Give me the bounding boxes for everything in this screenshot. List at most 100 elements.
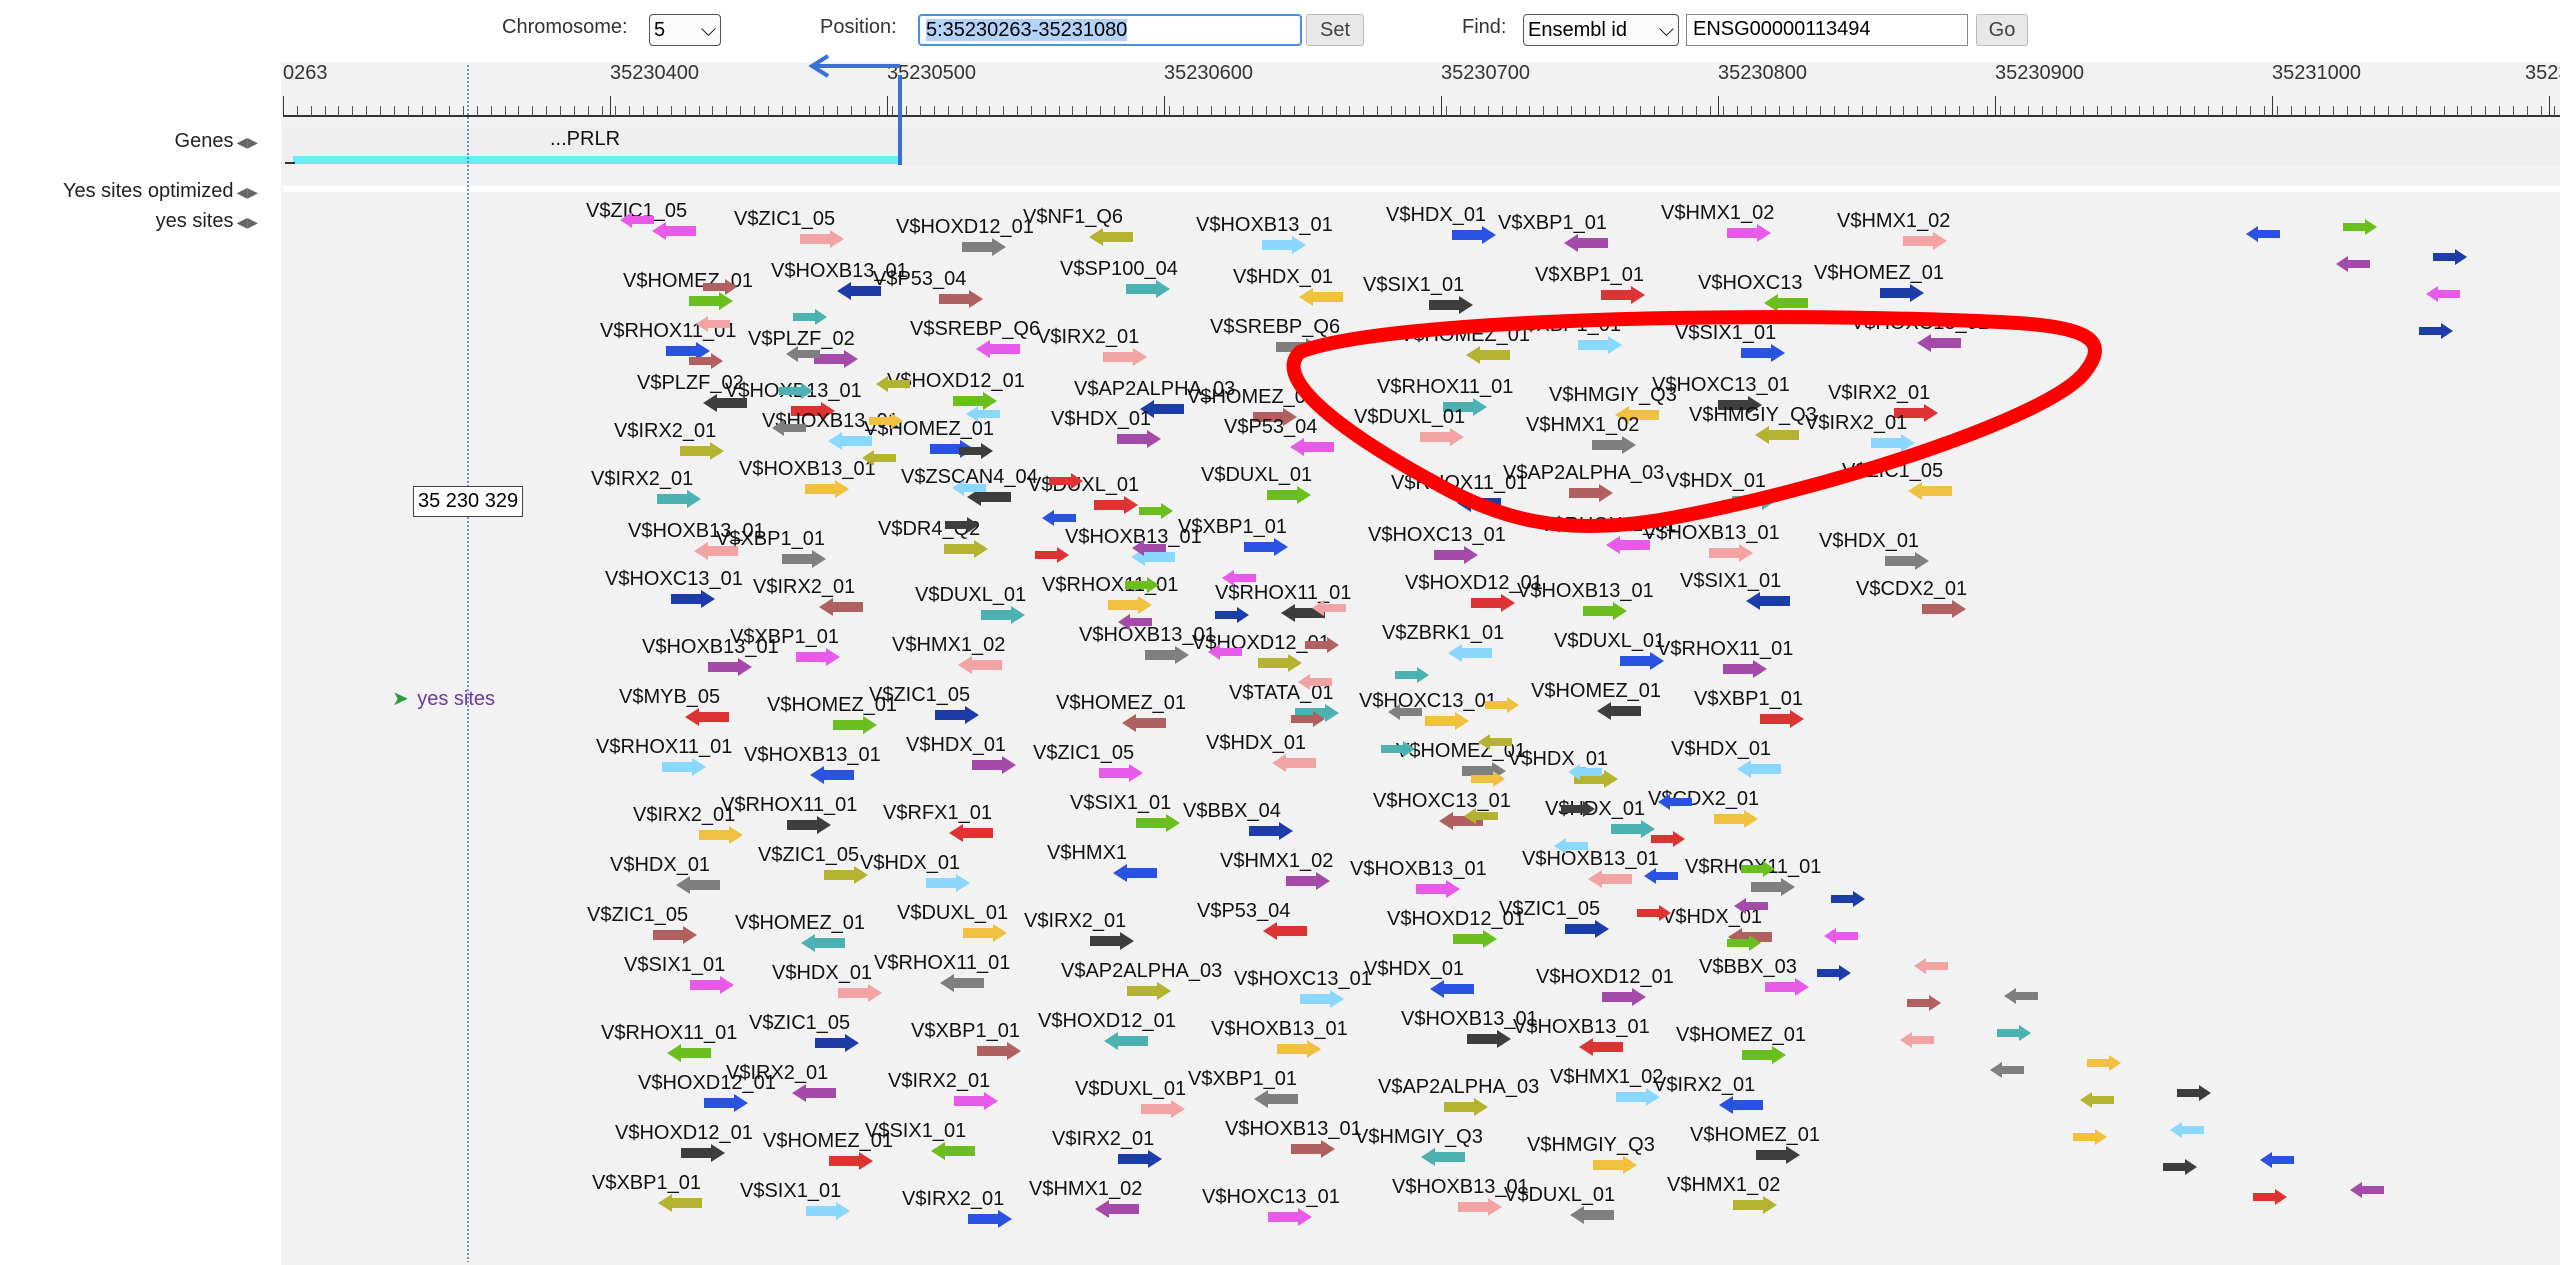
tf-binding-site[interactable]: V$IRX2_01 (1653, 1074, 1933, 1130)
arrow-right-icon[interactable] (1035, 547, 1069, 568)
set-button[interactable]: Set (1306, 14, 1364, 46)
arrow-left-icon[interactable] (1658, 794, 1692, 815)
arrow-right-icon[interactable] (1049, 473, 1083, 494)
arrow-left-icon[interactable] (2170, 1122, 2204, 1143)
arrow-left-icon[interactable] (1388, 704, 1422, 725)
arrow-left-icon[interactable] (966, 406, 1000, 427)
arrow-left-icon[interactable] (2246, 226, 2280, 247)
arrow-left-icon[interactable] (2350, 1182, 2384, 1203)
tf-binding-site[interactable]: V$HDX_01 (1671, 738, 1951, 794)
arrow-right-icon[interactable] (959, 443, 993, 464)
arrow-left-icon[interactable] (952, 480, 986, 501)
ruler-tick-mark (1973, 106, 1974, 116)
arrow-left-icon[interactable] (2426, 286, 2460, 307)
legend-yes-sites[interactable]: ➤ yes sites (392, 686, 495, 711)
arrow-left-icon[interactable] (876, 376, 910, 397)
arrow-left-icon[interactable] (2080, 1092, 2114, 1113)
arrow-left-icon[interactable] (1914, 958, 1948, 979)
arrow-left-icon[interactable] (1478, 734, 1512, 755)
arrow-left-icon[interactable] (1990, 1062, 2024, 1083)
arrow-right-icon[interactable] (1125, 577, 1159, 598)
tf-binding-site[interactable]: V$HOMEZ_01 (1690, 1124, 1970, 1180)
track-label-genes[interactable]: Genes ◀▶ (158, 130, 258, 153)
tf-binding-site[interactable]: V$CDX2_01 (1856, 578, 2136, 634)
arrow-left-icon[interactable] (862, 450, 896, 471)
arrow-left-icon[interactable] (1554, 838, 1588, 859)
arrow-left-icon[interactable] (1118, 614, 1152, 635)
arrow-right-icon[interactable] (945, 517, 979, 538)
arrow-right-icon[interactable] (793, 309, 827, 330)
arrow-left-icon[interactable] (1464, 808, 1498, 829)
arrow-right-icon[interactable] (1305, 637, 1339, 658)
arrow-left-icon[interactable] (1824, 928, 1858, 949)
arrow-left-icon[interactable] (696, 316, 730, 337)
expand-collapse-icon[interactable]: ◀▶ (236, 214, 258, 231)
find-input[interactable]: ENSG00000113494 (1686, 14, 1968, 46)
arrow-right-icon[interactable] (1291, 711, 1325, 732)
arrow-right-icon[interactable] (1485, 697, 1519, 718)
go-button[interactable]: Go (1976, 14, 2028, 46)
arrow-right-icon[interactable] (1907, 995, 1941, 1016)
tf-binding-site[interactable]: V$XBP1_01 (1694, 688, 1974, 744)
arrow-left-icon[interactable] (2336, 256, 2370, 277)
arrow-right-icon[interactable] (2253, 1189, 2287, 1210)
arrow-left-icon[interactable] (1222, 570, 1256, 591)
arrow-left-icon[interactable] (1042, 510, 1076, 531)
arrow-right-icon[interactable] (2343, 219, 2377, 240)
arrow-left-icon[interactable] (1132, 540, 1166, 561)
arrow-left-icon[interactable] (786, 346, 820, 367)
arrow-right-icon[interactable] (2073, 1129, 2107, 1150)
arrow-right-icon[interactable] (703, 279, 737, 300)
tf-binding-site[interactable]: V$HMX1_02 (1837, 210, 2117, 266)
arrow-right-icon[interactable] (689, 353, 723, 374)
arrow-right-icon[interactable] (2177, 1085, 2211, 1106)
arrow-right-icon[interactable] (1817, 965, 1851, 986)
arrow-right-icon[interactable] (869, 413, 903, 434)
gene-bar[interactable] (293, 156, 900, 164)
arrow-right-icon[interactable] (1395, 667, 1429, 688)
expand-collapse-icon[interactable]: ◀▶ (236, 134, 258, 151)
tf-binding-site[interactable]: V$HMX1_02 (1667, 1174, 1947, 1230)
arrow-left-icon[interactable] (620, 212, 654, 233)
tf-binding-site[interactable]: V$HOXC13_01 (1851, 312, 2131, 368)
tf-binding-site[interactable]: V$HDX_01 (1662, 906, 1942, 962)
arrow-right-icon[interactable] (1727, 935, 1761, 956)
arrow-right-icon[interactable] (2433, 249, 2467, 270)
tf-binding-site[interactable]: V$RHOX11_01 (1657, 638, 1937, 694)
arrow-left-icon[interactable] (1312, 600, 1346, 621)
find-type-select[interactable]: Ensembl id ⌵ (1523, 14, 1679, 46)
arrow-left-icon[interactable] (1568, 764, 1602, 785)
expand-collapse-icon[interactable]: ◀▶ (236, 184, 258, 201)
arrow-right-icon[interactable] (2163, 1159, 2197, 1180)
arrow-right-icon[interactable] (1637, 905, 1671, 926)
tf-binding-site[interactable]: V$ZIC1_05 (1842, 460, 2122, 516)
chromosome-select[interactable]: 5 ⌵ (649, 14, 721, 46)
arrow-right-icon[interactable] (1215, 607, 1249, 628)
arrow-left-icon[interactable] (1644, 868, 1678, 889)
track-label-yes-sites[interactable]: yes sites ◀▶ (120, 210, 258, 233)
arrow-right-icon[interactable] (1471, 771, 1505, 792)
arrow-left-icon[interactable] (2260, 1152, 2294, 1173)
arrow-right-icon[interactable] (1831, 891, 1865, 912)
arrow-right-icon[interactable] (779, 383, 813, 404)
arrow-left-icon[interactable] (1900, 1032, 1934, 1053)
arrow-left-icon[interactable] (1734, 898, 1768, 919)
arrow-left-icon[interactable] (2004, 988, 2038, 1009)
tf-binding-site[interactable]: V$HOMEZ_01 (1814, 262, 2094, 318)
arrow-left-icon[interactable] (772, 420, 806, 441)
arrow-right-icon[interactable] (1997, 1025, 2031, 1046)
arrow-right-icon[interactable] (1651, 831, 1685, 852)
track-label-yes-optimized[interactable]: Yes sites optimized ◀▶ (20, 180, 258, 203)
arrow-right-icon[interactable] (1561, 801, 1595, 822)
arrow-right-icon[interactable] (2419, 323, 2453, 344)
arrow-right-icon[interactable] (1381, 741, 1415, 762)
ruler-tick-mark (1571, 106, 1572, 116)
gene-label[interactable]: ...PRLR (550, 128, 620, 151)
arrow-right-icon[interactable] (1741, 861, 1775, 882)
arrow-right-icon[interactable] (2087, 1055, 2121, 1076)
position-input[interactable]: 5:35230263-35231080 (918, 14, 1302, 46)
arrow-left-icon[interactable] (1208, 644, 1242, 665)
arrow-right-icon[interactable] (1139, 503, 1173, 524)
arrow-left-icon[interactable] (1298, 674, 1332, 695)
tf-binding-site[interactable]: V$RHOX11_01 (1685, 856, 1965, 912)
